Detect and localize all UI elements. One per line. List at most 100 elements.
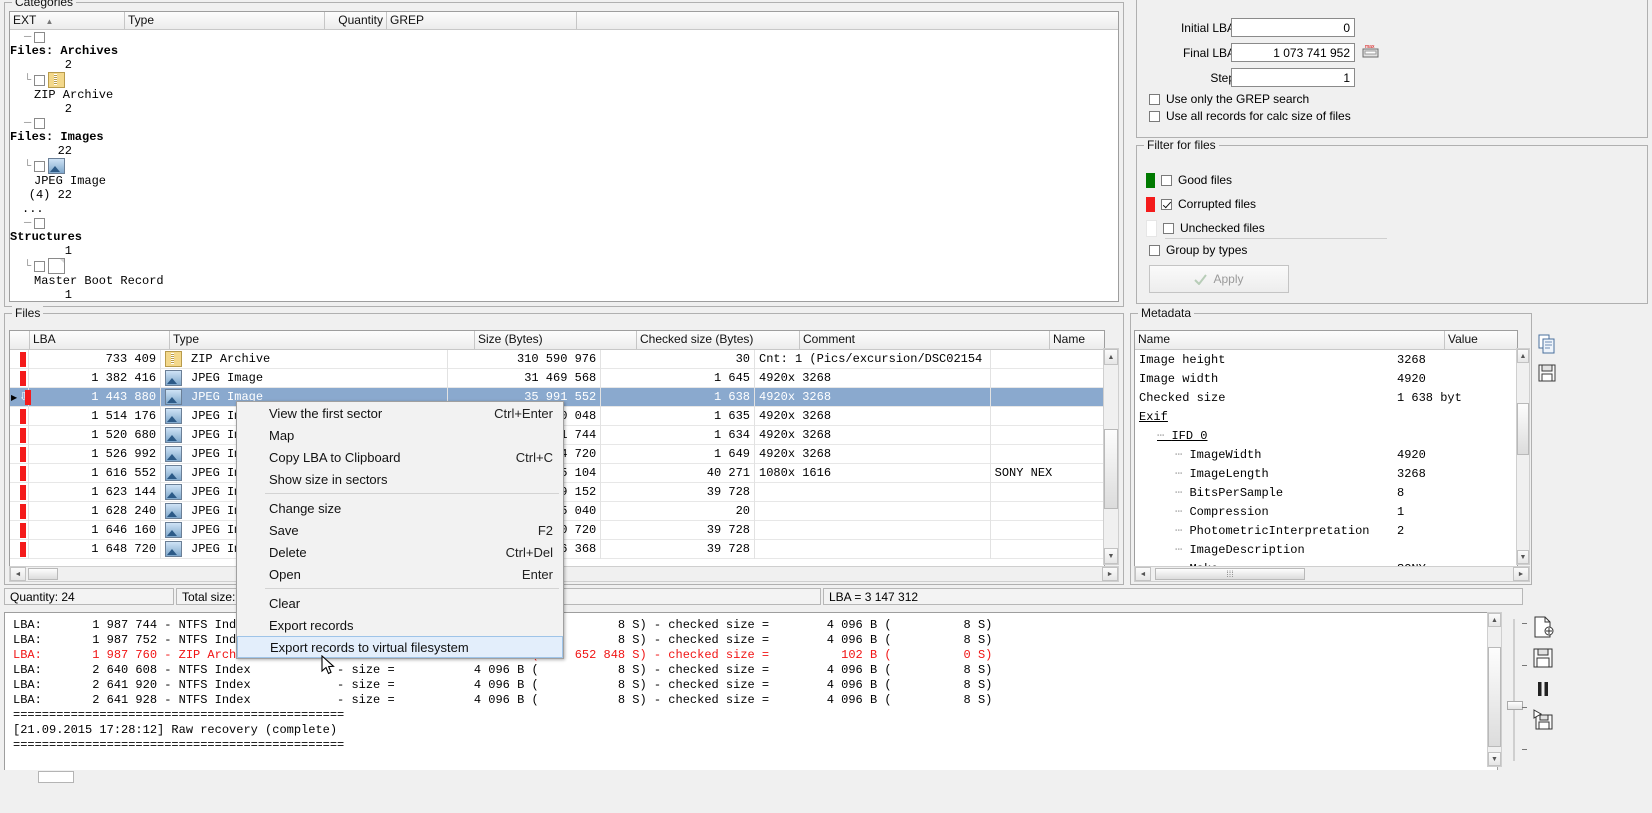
filter-row[interactable]: Good files [1146,168,1486,192]
log-pause-button[interactable] [1530,676,1556,702]
files-scroll-right-button[interactable]: ► [1102,567,1118,581]
group-by-types-row[interactable]: Group by types [1149,243,1247,257]
group-by-types-checkbox[interactable] [1149,245,1160,256]
file-comment [755,521,991,540]
categories-col-ext[interactable]: EXT ▲ [10,12,125,29]
files-col-comment[interactable]: Comment [800,331,1050,349]
files-hscroll-thumb[interactable] [28,568,58,580]
files-scroll-left-button[interactable]: ◄ [10,567,26,581]
max-lba-button[interactable]: max [1361,42,1381,60]
category-row[interactable]: └ JPEG Image(4) 22... [10,158,1118,216]
files-vscrollbar[interactable]: ▲ ▼ [1103,348,1119,565]
files-scroll-up-button[interactable]: ▲ [1104,349,1118,365]
all-records-checkbox-row[interactable]: Use all records for calc size of files [1149,109,1351,123]
categories-col-grep[interactable]: GREP [387,12,577,29]
files-col-checked[interactable]: Checked size (Bytes) [637,331,800,349]
metadata-scroll-down-button[interactable]: ▼ [1517,550,1529,564]
context-menu-item[interactable]: Export records [237,614,563,636]
file-row[interactable]: 733 409ZIP Archive310 590 97630Cnt: 1 (P… [10,350,1104,369]
log-slider-thumb[interactable] [1507,701,1523,710]
log-vscrollbar[interactable]: ▲ ▼ [1487,612,1502,767]
files-scroll-thumb[interactable] [1104,429,1118,509]
filter-checkbox[interactable] [1163,223,1174,234]
metadata-scroll-thumb[interactable] [1517,403,1529,455]
metadata-hscroll-thumb[interactable]: ⁞⁞⁞ [1155,568,1305,580]
category-checkbox[interactable] [34,161,45,172]
log-scroll-thumb[interactable] [1488,647,1501,747]
metadata-row[interactable]: Exif [1135,407,1517,426]
log-new-button[interactable] [1530,614,1556,640]
files-scroll-down-button[interactable]: ▼ [1104,548,1118,564]
metadata-copy-button[interactable] [1536,333,1558,355]
initial-lba-input[interactable]: 0 [1231,18,1355,37]
metadata-row[interactable]: ⋯ PhotometricInterpretation2 [1135,521,1517,540]
context-menu-item[interactable]: OpenEnter [237,563,563,585]
metadata-col-value[interactable]: Value [1445,331,1517,349]
category-row[interactable]: └ ZIP Archive2 [10,72,1118,116]
context-menu[interactable]: View the first sectorCtrl+EnterMapCopy L… [236,401,564,659]
context-menu-item[interactable]: DeleteCtrl+Del [237,541,563,563]
log-scroll-down-button[interactable]: ▼ [1488,752,1501,766]
metadata-grid[interactable]: Name Value Image height3268Image width49… [1134,330,1518,567]
file-row[interactable]: 1 382 416JPEG Image31 469 5681 6454920x … [10,369,1104,388]
filter-checkbox[interactable] [1161,175,1172,186]
context-menu-item[interactable]: Change size [237,497,563,519]
log-slider[interactable] [1507,615,1521,765]
metadata-col-name[interactable]: Name [1135,331,1445,349]
log-save-as-button[interactable] [1530,707,1556,733]
apply-button[interactable]: Apply [1149,265,1289,293]
metadata-row[interactable]: ⋯ ImageDescription [1135,540,1517,559]
context-menu-item[interactable]: Export records to virtual filesystem [237,636,563,658]
grep-only-checkbox[interactable] [1149,94,1160,105]
category-row[interactable]: ─Files: Archives2 [10,30,1118,72]
metadata-row[interactable]: ⋯ IFD 0 [1135,426,1517,445]
metadata-hscrollbar[interactable]: ◄ ⁞⁞⁞ ► [1134,566,1530,582]
metadata-row[interactable]: ⋯ ImageLength3268 [1135,464,1517,483]
filter-row[interactable]: Unchecked files [1146,216,1486,240]
metadata-row[interactable]: ⋯ Compression1 [1135,502,1517,521]
context-menu-item[interactable]: Map [237,424,563,446]
files-col-name[interactable]: Name [1050,331,1104,349]
category-checkbox[interactable] [34,118,45,129]
context-menu-item[interactable]: Copy LBA to ClipboardCtrl+C [237,446,563,468]
all-records-checkbox[interactable] [1149,111,1160,122]
category-row[interactable]: └ Master Boot Record1 [10,258,1118,302]
categories-col-type[interactable]: Type [125,12,325,29]
metadata-row[interactable]: ⋯ ImageWidth4920 [1135,445,1517,464]
log-save-button[interactable] [1530,645,1556,671]
category-checkbox[interactable] [34,261,45,272]
context-menu-item[interactable]: View the first sectorCtrl+Enter [237,402,563,424]
metadata-scroll-left-button[interactable]: ◄ [1135,567,1151,581]
metadata-vscrollbar[interactable]: ▲ ▼ [1516,348,1530,565]
context-menu-item[interactable]: Clear [237,592,563,614]
category-checkbox[interactable] [34,32,45,43]
metadata-row[interactable]: ⋯ BitsPerSample8 [1135,483,1517,502]
metadata-row[interactable]: Checked size1 638 byt [1135,388,1517,407]
files-col-lba[interactable]: LBA [30,331,170,349]
category-row[interactable]: ─Files: Images22 [10,116,1118,158]
category-checkbox[interactable] [34,218,45,229]
metadata-save-button[interactable] [1536,362,1558,384]
files-col-size[interactable]: Size (Bytes) [475,331,637,349]
filter-checkbox[interactable] [1161,199,1172,210]
categories-col-quantity[interactable]: Quantity [325,12,387,29]
metadata-scroll-up-button[interactable]: ▲ [1517,349,1529,363]
log-scroll-up-button[interactable]: ▲ [1488,613,1501,627]
step-input[interactable]: 1 [1231,68,1355,87]
files-hscrollbar[interactable]: ◄ ► [9,566,1119,582]
context-menu-item[interactable]: Show size in sectors [237,468,563,490]
metadata-row[interactable]: Image width4920 [1135,369,1517,388]
categories-grid[interactable]: EXT ▲ Type Quantity GREP ─Files: Archive… [9,11,1119,302]
file-name [991,445,1104,464]
final-lba-input[interactable]: 1 073 741 952 [1231,43,1355,62]
metadata-scroll-right-button[interactable]: ► [1513,567,1529,581]
filter-row[interactable]: Corrupted files [1146,192,1486,216]
grep-only-checkbox-row[interactable]: Use only the GREP search [1149,92,1309,106]
category-row[interactable]: ─Structures1 [10,216,1118,258]
metadata-row[interactable]: Image height3268 [1135,350,1517,369]
files-col-type[interactable]: Type [170,331,475,349]
log-panel[interactable]: LBA: 1 987 744 - NTFS Index - size = 4 0… [4,612,1498,774]
category-checkbox[interactable] [34,75,45,86]
context-menu-item[interactable]: SaveF2 [237,519,563,541]
bottom-tab[interactable] [38,771,74,783]
